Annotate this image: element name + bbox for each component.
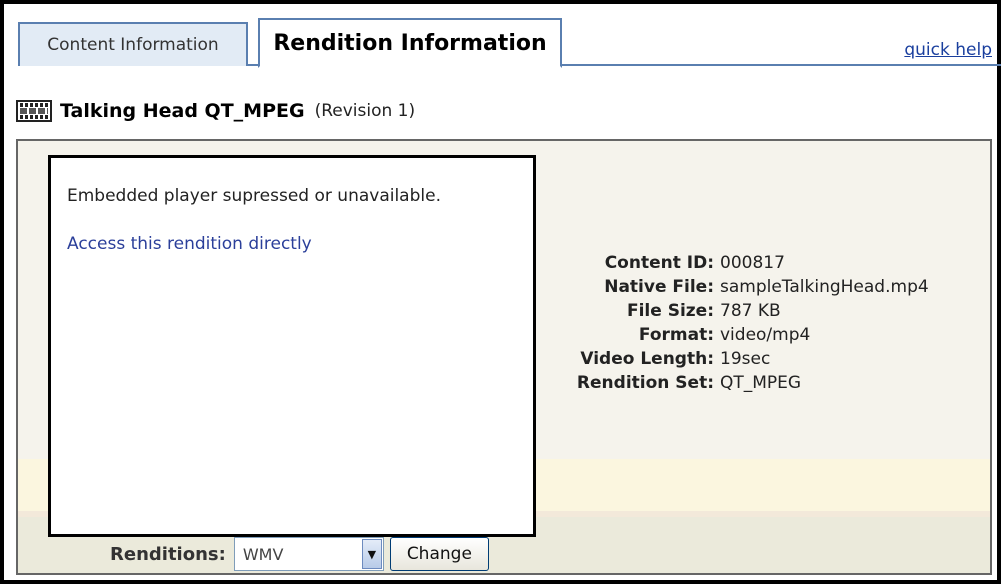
tab-label: Content Information — [47, 35, 219, 55]
info-label: Rendition Set: — [576, 373, 714, 393]
info-value: sampleTalkingHead.mp4 — [720, 277, 929, 297]
change-button[interactable]: Change — [389, 537, 489, 571]
info-value: video/mp4 — [720, 325, 811, 345]
quick-help-link[interactable]: quick help — [904, 40, 992, 60]
info-label: Video Length: — [580, 349, 714, 369]
info-label: Format: — [638, 325, 714, 345]
embedded-player: Embedded player supressed or unavailable… — [48, 155, 536, 537]
info-row-rendition-set: Rendition Set: QT_MPEG — [566, 371, 929, 395]
renditions-select[interactable]: WMV ▼ — [233, 537, 384, 571]
rendition-details: Content ID: 000817 Native File: sampleTa… — [566, 251, 929, 395]
info-label: Native File: — [604, 277, 714, 297]
info-row-native-file: Native File: sampleTalkingHead.mp4 — [566, 275, 929, 299]
info-value: 000817 — [720, 253, 785, 273]
access-rendition-link[interactable]: Access this rendition directly — [67, 234, 312, 254]
app-window: Content Information Rendition Informatio… — [0, 0, 1001, 584]
info-row-content-id: Content ID: 000817 — [566, 251, 929, 275]
info-label: File Size: — [626, 301, 714, 321]
info-value: QT_MPEG — [720, 373, 802, 393]
revision-label: (Revision 1) — [314, 101, 416, 121]
info-row-file-size: File Size: 787 KB — [566, 299, 929, 323]
renditions-label: Renditions: — [110, 543, 226, 565]
info-value: 19sec — [720, 349, 771, 369]
info-row-format: Format: video/mp4 — [566, 323, 929, 347]
rendition-panel: Embedded player supressed or unavailable… — [16, 139, 992, 575]
tab-strip: Content Information Rendition Informatio… — [18, 18, 1001, 68]
tab-content-information[interactable]: Content Information — [18, 22, 248, 66]
info-row-video-length: Video Length: 19sec — [566, 347, 929, 371]
renditions-selected-value: WMV — [242, 544, 284, 564]
chevron-down-icon[interactable]: ▼ — [361, 539, 382, 569]
player-message: Embedded player supressed or unavailable… — [67, 186, 441, 206]
page-title-row: Talking Head QT_MPEG (Revision 1) — [16, 96, 415, 126]
tab-label: Rendition Information — [273, 30, 547, 56]
tab-rendition-information[interactable]: Rendition Information — [258, 18, 562, 68]
film-icon — [16, 100, 52, 122]
info-value: 787 KB — [720, 301, 781, 321]
renditions-row: Renditions: WMV ▼ Change — [110, 537, 489, 571]
page-title: Talking Head QT_MPEG — [60, 100, 305, 122]
info-label: Content ID: — [604, 253, 714, 273]
